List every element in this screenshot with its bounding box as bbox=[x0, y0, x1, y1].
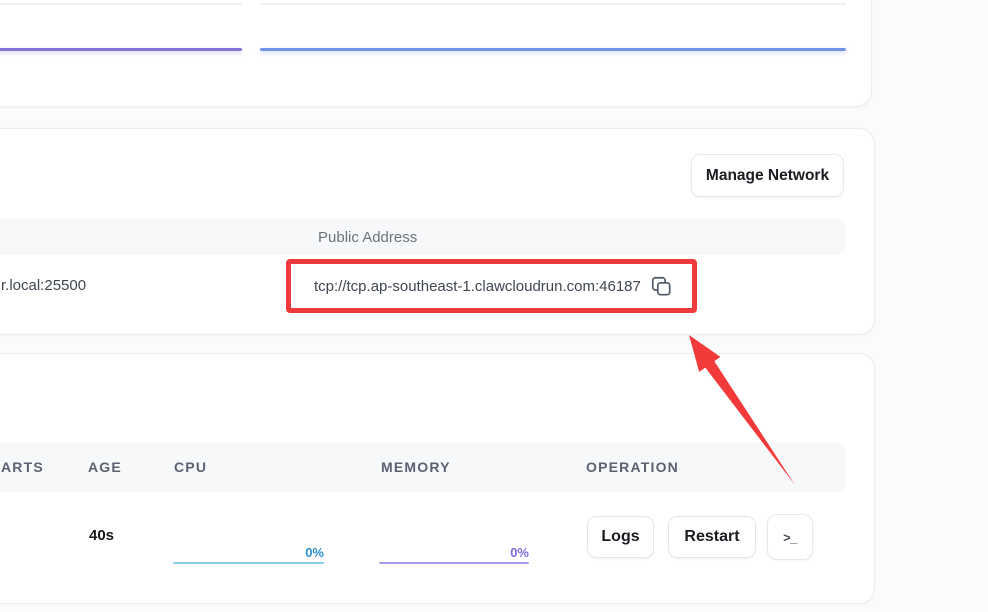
header-restarts: ARTS bbox=[1, 442, 44, 492]
private-address-value: r.local:25500 bbox=[1, 277, 86, 294]
copy-icon[interactable] bbox=[650, 275, 672, 297]
header-cpu: CPU bbox=[174, 442, 207, 492]
cpu-usage-bar bbox=[173, 562, 324, 564]
pods-table-header-row: ARTS AGE CPU MEMORY OPERATION bbox=[0, 442, 846, 492]
public-address-cell: tcp://tcp.ap-southeast-1.clawcloudrun.co… bbox=[314, 275, 672, 297]
pods-card: ARTS AGE CPU MEMORY OPERATION 40s 0% 0% … bbox=[0, 353, 875, 604]
logs-button[interactable]: Logs bbox=[587, 516, 654, 558]
terminal-button[interactable]: >_ bbox=[767, 514, 813, 560]
left-sparkline bbox=[0, 48, 242, 51]
header-age: AGE bbox=[88, 442, 122, 492]
public-address-value: tcp://tcp.ap-southeast-1.clawcloudrun.co… bbox=[314, 278, 641, 295]
right-sparkline bbox=[260, 48, 846, 51]
chart-gridline bbox=[260, 3, 846, 5]
terminal-icon: >_ bbox=[783, 530, 797, 545]
chart-gridline bbox=[0, 3, 242, 5]
memory-usage-cell: 0% bbox=[379, 544, 529, 564]
age-value: 40s bbox=[89, 527, 114, 544]
header-memory: MEMORY bbox=[381, 442, 451, 492]
network-card: Manage Network Public Address r.local:25… bbox=[0, 128, 875, 335]
restart-button[interactable]: Restart bbox=[668, 516, 756, 558]
public-address-header: Public Address bbox=[318, 219, 417, 255]
network-table-header-row: Public Address bbox=[0, 219, 846, 255]
memory-percent-label: 0% bbox=[510, 545, 529, 560]
memory-usage-bar bbox=[379, 562, 529, 564]
cpu-usage-cell: 0% bbox=[173, 544, 324, 564]
cpu-percent-label: 0% bbox=[305, 545, 324, 560]
manage-network-button[interactable]: Manage Network bbox=[691, 154, 844, 197]
header-operation: OPERATION bbox=[586, 442, 679, 492]
console-page: Manage Network Public Address r.local:25… bbox=[0, 0, 988, 612]
monitor-card bbox=[0, 0, 872, 107]
